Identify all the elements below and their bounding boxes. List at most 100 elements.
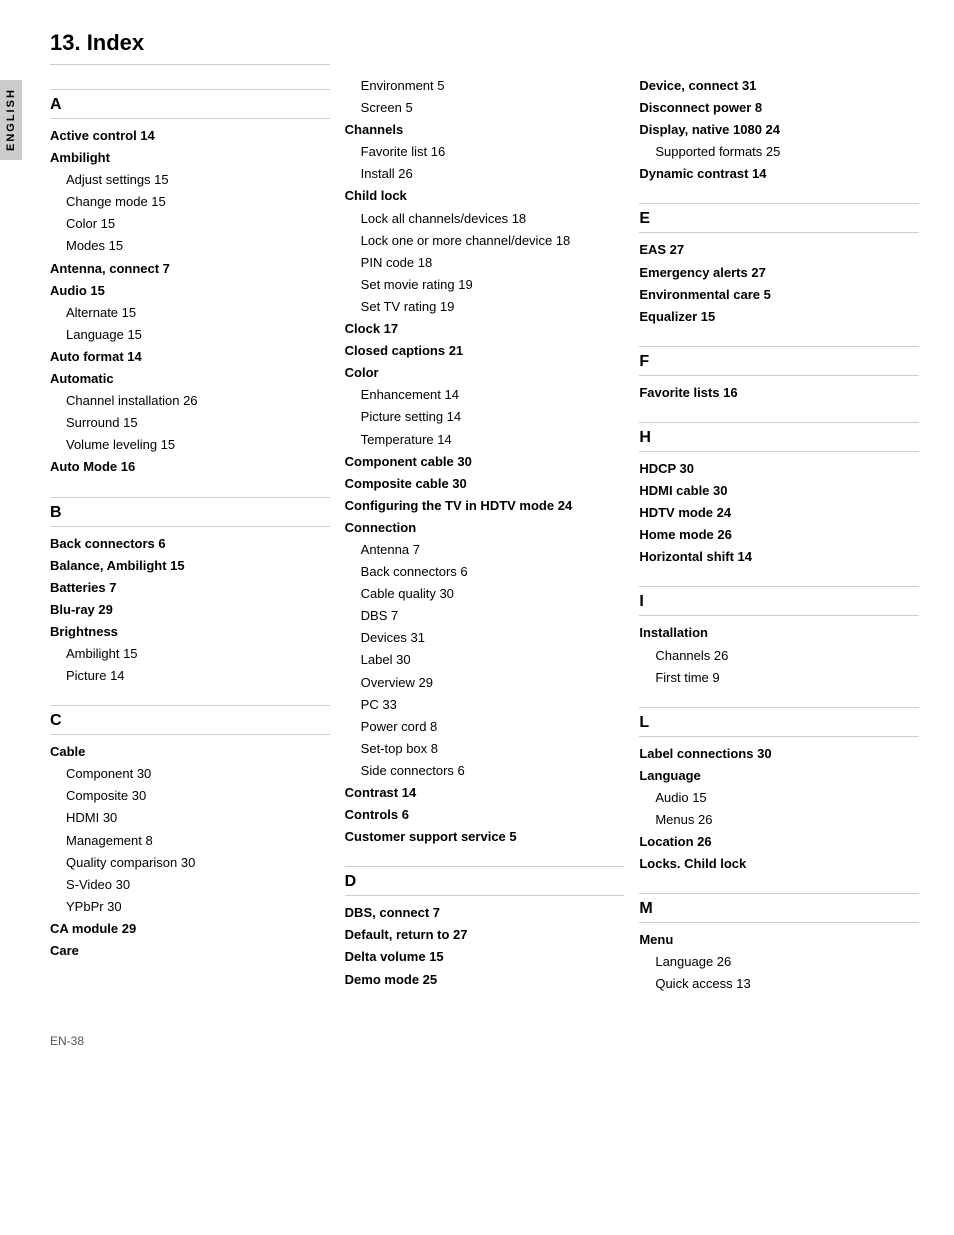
index-entry: Volume leveling 15 — [50, 434, 330, 456]
index-entry: DBS 7 — [345, 605, 625, 627]
column-3: Device, connect 31Disconnect power 8Disp… — [639, 75, 934, 1014]
index-entry: Active control 14 — [50, 125, 330, 147]
section-letter: C — [50, 712, 330, 735]
index-entry: HDTV mode 24 — [639, 502, 919, 524]
section-0: Environment 5Screen 5ChannelsFavorite li… — [345, 75, 625, 848]
index-entry: Menus 26 — [639, 809, 919, 831]
index-entry: Alternate 15 — [50, 302, 330, 324]
index-entry: Delta volume 15 — [345, 946, 625, 968]
index-entry: Change mode 15 — [50, 191, 330, 213]
index-entry: Power cord 8 — [345, 716, 625, 738]
index-entry: YPbPr 30 — [50, 896, 330, 918]
index-entry: Adjust settings 15 — [50, 169, 330, 191]
section-letter: E — [639, 210, 919, 233]
index-entry: Ambilight — [50, 147, 330, 169]
index-entry: CA module 29 — [50, 918, 330, 940]
index-entry: Closed captions 21 — [345, 340, 625, 362]
index-entry: Label connections 30 — [639, 743, 919, 765]
section-5: LLabel connections 30LanguageAudio 15Men… — [639, 707, 919, 876]
index-entry: Automatic — [50, 368, 330, 390]
index-entry: Set movie rating 19 — [345, 274, 625, 296]
index-entry: First time 9 — [639, 667, 919, 689]
index-entry: Composite 30 — [50, 785, 330, 807]
page-title: 13. Index — [50, 30, 330, 65]
column-2: Environment 5Screen 5ChannelsFavorite li… — [345, 75, 640, 1014]
index-entry: Menu — [639, 929, 919, 951]
section-letter: A — [50, 96, 330, 119]
index-entry: Antenna 7 — [345, 539, 625, 561]
index-entry: Composite cable 30 — [345, 473, 625, 495]
index-entry: Installation — [639, 622, 919, 644]
index-entry: PIN code 18 — [345, 252, 625, 274]
index-entry: Back connectors 6 — [50, 533, 330, 555]
index-entry: Horizontal shift 14 — [639, 546, 919, 568]
section-letter: D — [345, 873, 625, 896]
english-tab: ENGLISH — [0, 80, 22, 160]
index-entry: Controls 6 — [345, 804, 625, 826]
index-entry: Surround 15 — [50, 412, 330, 434]
section-4: IInstallationChannels 26First time 9 — [639, 586, 919, 688]
index-entry: Device, connect 31 — [639, 75, 919, 97]
index-entry: Emergency alerts 27 — [639, 262, 919, 284]
index-entry: Child lock — [345, 185, 625, 207]
index-entry: Disconnect power 8 — [639, 97, 919, 119]
index-entry: HDMI 30 — [50, 807, 330, 829]
index-entry: Batteries 7 — [50, 577, 330, 599]
index-entry: Quality comparison 30 — [50, 852, 330, 874]
index-entry: Default, return to 27 — [345, 924, 625, 946]
index-entry: Screen 5 — [345, 97, 625, 119]
index-entry: Install 26 — [345, 163, 625, 185]
index-entry: Channels 26 — [639, 645, 919, 667]
section-2: CCableComponent 30Composite 30HDMI 30Man… — [50, 705, 330, 962]
index-entry: Quick access 13 — [639, 973, 919, 995]
column-1: A Active control 14AmbilightAdjust settin… — [50, 75, 345, 1014]
index-entry: Back connectors 6 — [345, 561, 625, 583]
index-entry: Display, native 1080 24 — [639, 119, 919, 141]
section-0: A Active control 14AmbilightAdjust settin… — [50, 89, 330, 479]
index-entry: Balance, Ambilight 15 — [50, 555, 330, 577]
index-entry: Ambilight 15 — [50, 643, 330, 665]
index-entry: Environmental care 5 — [639, 284, 919, 306]
index-entry: Devices 31 — [345, 627, 625, 649]
index-entry: Modes 15 — [50, 235, 330, 257]
index-entry: Picture setting 14 — [345, 406, 625, 428]
index-entry: Color — [345, 362, 625, 384]
index-entry: Dynamic contrast 14 — [639, 163, 919, 185]
index-entry: Configuring the TV in HDTV mode 24 — [345, 495, 625, 517]
index-entry: Picture 14 — [50, 665, 330, 687]
index-entry: Lock one or more channel/device 18 — [345, 230, 625, 252]
index-entry: Care — [50, 940, 330, 962]
index-entry: Cable quality 30 — [345, 583, 625, 605]
section-6: M MenuLanguage 26Quick access 13 — [639, 893, 919, 995]
index-entry: S-Video 30 — [50, 874, 330, 896]
index-entry: Auto Mode 16 — [50, 456, 330, 478]
index-entry: Favorite list 16 — [345, 141, 625, 163]
index-entry: Contrast 14 — [345, 782, 625, 804]
index-entry: Language — [639, 765, 919, 787]
index-entry: HDCP 30 — [639, 458, 919, 480]
index-entry: EAS 27 — [639, 239, 919, 261]
page-footer: EN-38 — [50, 1034, 934, 1048]
index-entry: Side connectors 6 — [345, 760, 625, 782]
index-entry: Channel installation 26 — [50, 390, 330, 412]
index-entry: Enhancement 14 — [345, 384, 625, 406]
index-entry: Demo mode 25 — [345, 969, 625, 991]
index-entry: Lock all channels/devices 18 — [345, 208, 625, 230]
section-1: B Back connectors 6Balance, Ambilight 15B… — [50, 497, 330, 688]
index-entry: Component 30 — [50, 763, 330, 785]
index-entry: Audio 15 — [639, 787, 919, 809]
index-entry: DBS, connect 7 — [345, 902, 625, 924]
index-entry: Management 8 — [50, 830, 330, 852]
index-entry: Locks. Child lock — [639, 853, 919, 875]
index-entry: Environment 5 — [345, 75, 625, 97]
section-letter: F — [639, 353, 919, 376]
index-entry: Favorite lists 16 — [639, 382, 919, 404]
section-letter: M — [639, 900, 919, 923]
section-letter: B — [50, 504, 330, 527]
section-3: HHDCP 30HDMI cable 30HDTV mode 24Home mo… — [639, 422, 919, 568]
index-entry: Audio 15 — [50, 280, 330, 302]
index-entry: Language 26 — [639, 951, 919, 973]
index-entry: Clock 17 — [345, 318, 625, 340]
index-entry: Temperature 14 — [345, 429, 625, 451]
index-entry: Channels — [345, 119, 625, 141]
